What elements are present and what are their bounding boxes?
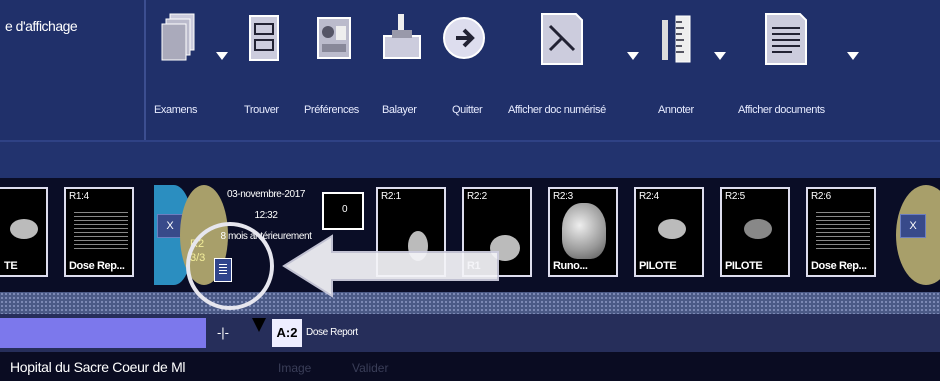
quitter-label: Quitter [452, 104, 483, 116]
viewer-tab-title: Dose Report [306, 327, 358, 338]
study-time: 12:32 [254, 210, 278, 221]
status-validate-label: Valider [352, 361, 389, 375]
documents-dropdown-caret[interactable] [847, 52, 859, 60]
series-thumbnail-label: R2:4 [639, 191, 659, 202]
series-thumbnail-label: R2:3 [553, 191, 573, 202]
file-cabinet-icon [249, 15, 279, 61]
display-mode-panel[interactable]: e d'affichage [0, 0, 146, 140]
series-thumbnail-label: R2:6 [811, 191, 831, 202]
examens-button[interactable]: Examens [154, 0, 224, 140]
documents-icon [765, 13, 807, 65]
series-thumbnail-label: R2:1 [381, 191, 401, 202]
series-thumbnail-caption: PILOTE [639, 260, 677, 272]
toolbar-band [0, 140, 940, 178]
examens-label: Examens [154, 104, 198, 116]
annoter-dropdown-caret[interactable] [714, 52, 726, 60]
series-count-box[interactable]: 0 [322, 192, 364, 230]
series-thumbnail-caption: PILOTE [725, 260, 763, 272]
study-date: 03-novembre-2017 [226, 189, 306, 200]
exam-stack-icon [161, 13, 195, 61]
series-index-bottom: 3/3 [190, 252, 206, 264]
study-document-button[interactable] [214, 258, 232, 282]
close-next-study-button[interactable]: X [900, 214, 926, 238]
status-image-label: Image [278, 361, 312, 375]
series-thumbnail[interactable]: R1:4 Dose Rep... [64, 187, 134, 277]
scanned-doc-icon [541, 13, 583, 65]
series-thumbnail-caption: Runo... [553, 260, 588, 272]
series-thumbnail-caption: Dose Rep... [811, 260, 867, 272]
afficher-doc-numerise-label: Afficher doc numérisé [508, 104, 606, 116]
strip-splitter[interactable] [0, 292, 940, 314]
series-thumbnail-caption: TE [4, 260, 18, 272]
scanner-icon [383, 14, 421, 59]
display-mode-label: e d'affichage [5, 18, 78, 34]
series-thumbnail-label: R2:2 [467, 191, 487, 202]
series-selector-field[interactable] [0, 318, 206, 348]
annoter-button[interactable]: Annoter [650, 0, 706, 140]
series-thumbnail[interactable]: R2:2 R1 [462, 187, 532, 277]
document-lines-icon [219, 264, 227, 276]
series-count-value: 0 [342, 204, 348, 215]
viewer-dropdown-triangle[interactable] [252, 318, 266, 332]
main-toolbar: e d'affichage Examens Trouver Préférence… [0, 0, 940, 140]
trouver-button[interactable]: Trouver [240, 0, 296, 140]
afficher-documents-label: Afficher documents [738, 104, 825, 116]
viewer-bar: -|- A:2 Dose Report [0, 314, 940, 352]
preferences-label: Préférences [304, 104, 359, 116]
balayer-button[interactable]: Balayer [372, 0, 432, 140]
afficher-doc-numerise-button[interactable]: Afficher doc numérisé [508, 0, 620, 140]
series-thumbnail-label: R1:4 [69, 191, 89, 202]
series-thumbnail[interactable]: R2:6 Dose Rep... [806, 187, 876, 277]
annotate-ruler-icon [662, 15, 691, 63]
annoter-label: Annoter [658, 104, 694, 116]
afficher-documents-button[interactable]: Afficher documents [736, 0, 840, 140]
examens-dropdown-caret[interactable] [216, 52, 228, 60]
doc-numerise-dropdown-caret[interactable] [627, 52, 639, 60]
hospital-name: Hopital du Sacre Coeur de Ml [10, 359, 186, 375]
exit-arrow-icon [443, 17, 485, 59]
series-strip: TE R1:4 Dose Rep... X R2 3/3 R2:1 R2:2 R… [0, 178, 940, 292]
series-thumbnail-caption: Dose Rep... [69, 260, 125, 272]
status-bar: Hopital du Sacre Coeur de Ml Image Valid… [0, 352, 940, 381]
series-thumbnail[interactable]: R2:4 PILOTE [634, 187, 704, 277]
preferences-button[interactable]: Préférences [304, 0, 368, 140]
series-index-top: R2 [190, 238, 205, 250]
study-info: 03-novembre-2017 12:32 8 mois antérieure… [210, 188, 322, 251]
preferences-icon [317, 17, 351, 59]
study-relative-time: 8 mois antérieurement [220, 231, 312, 242]
series-thumbnail[interactable]: R2:3 Runo... [548, 187, 618, 277]
series-thumbnail[interactable]: TE [0, 187, 48, 277]
viewer-tab-a2[interactable]: A:2 [272, 319, 302, 347]
series-thumbnail-caption: R1 [467, 260, 481, 272]
trouver-label: Trouver [244, 104, 279, 116]
pin-button[interactable]: -|- [210, 320, 236, 346]
quitter-button[interactable]: Quitter [440, 0, 490, 140]
series-thumbnail[interactable]: R2:5 PILOTE [720, 187, 790, 277]
series-thumbnail[interactable]: R2:1 [376, 187, 446, 277]
series-thumbnail-label: R2:5 [725, 191, 745, 202]
balayer-label: Balayer [382, 104, 417, 116]
